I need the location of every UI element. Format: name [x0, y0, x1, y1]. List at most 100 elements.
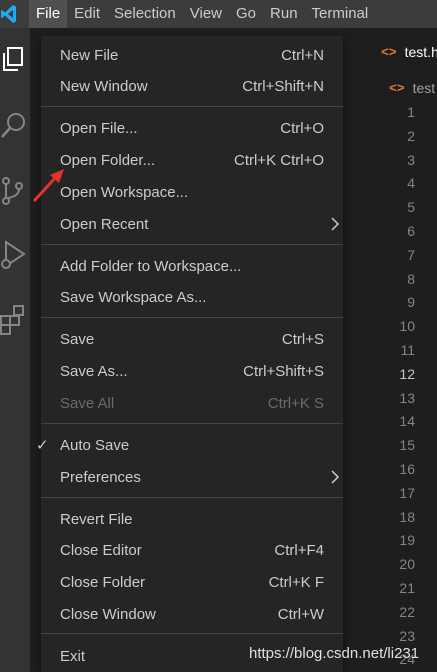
menu-item-label: Exit	[60, 648, 86, 665]
menu-terminal[interactable]: Terminal	[305, 0, 376, 28]
menu-separator	[41, 633, 343, 634]
line-number: 19	[399, 532, 415, 549]
menu-item-save[interactable]: Save Ctrl+S	[41, 327, 343, 353]
menu-item-close-editor[interactable]: Close Editor Ctrl+F4	[41, 538, 343, 564]
menu-item-revert-file[interactable]: Revert File	[41, 507, 343, 533]
line-number: 10	[399, 318, 415, 335]
menu-item-label: Save As...	[60, 363, 128, 380]
menu-file[interactable]: File	[29, 0, 68, 28]
menu-item-save-workspace-as[interactable]: Save Workspace As...	[41, 285, 343, 311]
line-number: 20	[399, 556, 415, 573]
menu-selection[interactable]: Selection	[107, 0, 183, 28]
menu-item-label: Open Recent	[60, 216, 149, 233]
line-number: 4	[407, 175, 415, 192]
line-number: 16	[399, 461, 415, 477]
breadcrumb-label: test	[412, 80, 436, 96]
menu-item-label: Close Folder	[60, 574, 146, 591]
menu-separator	[41, 317, 343, 318]
menu-item-shortcut: Ctrl+K F	[268, 574, 324, 591]
menu-go[interactable]: Go	[229, 0, 263, 28]
line-number: 18	[399, 508, 415, 525]
menu-item-close-folder[interactable]: Close Folder Ctrl+K F	[41, 570, 343, 596]
line-number: 13	[399, 389, 415, 406]
tab-label: test.h	[404, 44, 437, 60]
html-file-icon: <>	[381, 44, 397, 60]
checkmark-icon: ✓	[36, 437, 49, 454]
menu-item-label: Auto Save	[60, 437, 130, 454]
line-number: 3	[407, 151, 415, 168]
menu-item-preferences[interactable]: Preferences	[41, 465, 343, 491]
menu-item-label: Open Folder...	[60, 152, 156, 169]
line-number: 8	[407, 270, 415, 287]
vscode-logo-icon	[1, 5, 16, 23]
menu-bar: File Edit Selection View Go Run Terminal	[0, 0, 437, 28]
menu-item-auto-save[interactable]: ✓ Auto Save	[36, 433, 343, 459]
line-number: 14	[399, 413, 415, 430]
line-number: 9	[407, 294, 415, 311]
chevron-right-icon	[331, 217, 340, 231]
menu-item-label: Save	[60, 331, 95, 348]
line-number: 11	[400, 342, 415, 358]
menu-item-shortcut: Ctrl+O	[280, 120, 324, 137]
menu-separator	[41, 423, 343, 424]
menu-separator	[41, 106, 343, 107]
menu-item-label: Open Workspace...	[60, 184, 189, 201]
editor-tab[interactable]: <> test.h	[343, 40, 437, 64]
menu-separator	[41, 497, 343, 498]
menu-item-save-as[interactable]: Save As... Ctrl+Shift+S	[41, 359, 343, 385]
menu-item-label: Close Window	[60, 606, 156, 623]
menu-item-open-file[interactable]: Open File... Ctrl+O	[41, 116, 343, 142]
menu-item-open-recent[interactable]: Open Recent	[41, 212, 343, 238]
menu-item-shortcut: Ctrl+Shift+S	[243, 363, 324, 380]
breadcrumb[interactable]: <> test	[343, 78, 437, 98]
explorer-icon[interactable]	[0, 40, 30, 80]
html-file-icon: <>	[389, 80, 405, 96]
menu-item-shortcut: Ctrl+K S	[267, 395, 324, 412]
menu-item-shortcut: Ctrl+S	[281, 331, 324, 348]
menu-item-open-workspace[interactable]: Open Workspace...	[41, 180, 343, 206]
menu-item-label: New File	[60, 47, 119, 64]
menu-item-open-folder[interactable]: Open Folder... Ctrl+K Ctrl+O	[41, 148, 343, 174]
annotation-arrow	[32, 169, 64, 203]
menu-item-label: Preferences	[60, 469, 141, 486]
line-number: 23	[399, 627, 415, 644]
line-number: 1	[407, 104, 415, 120]
menu-item-shortcut: Ctrl+K Ctrl+O	[233, 152, 324, 169]
menu-separator	[41, 244, 343, 245]
activity-bar	[0, 28, 30, 672]
menu-edit[interactable]: Edit	[67, 0, 107, 28]
menu-item-shortcut: Ctrl+Shift+N	[242, 78, 324, 95]
menu-run[interactable]: Run	[263, 0, 305, 28]
menu-item-add-folder-to-workspace[interactable]: Add Folder to Workspace...	[41, 254, 343, 280]
file-menu-dropdown: New File Ctrl+N New Window Ctrl+Shift+N Open…	[36, 36, 343, 672]
menu-item-new-file[interactable]: New File Ctrl+N	[41, 43, 343, 69]
editor-area: <> test.h <> test 1 2 3 4 5 6 7 8 9 10 11 12 13 14 15 1…	[343, 28, 437, 672]
menu-item-save-all: Save All Ctrl+K S	[41, 391, 343, 417]
menu-item-shortcut: Ctrl+N	[281, 47, 324, 64]
line-number: 5	[407, 199, 415, 216]
line-number: 22	[399, 603, 415, 620]
menu-item-new-window[interactable]: New Window Ctrl+Shift+N	[41, 74, 343, 100]
menu-item-label: Close Editor	[60, 542, 142, 559]
menu-item-shortcut: Ctrl+W	[277, 606, 324, 623]
line-number: 17	[399, 484, 415, 501]
chevron-right-icon	[331, 470, 340, 484]
line-number: 21	[399, 580, 415, 596]
line-number: 12	[399, 365, 415, 382]
watermark-text: https://blog.csdn.net/li231	[249, 645, 420, 662]
menu-item-label: Save All	[60, 395, 115, 412]
menu-item-label: Add Folder to Workspace...	[60, 258, 242, 275]
line-number: 15	[399, 437, 415, 454]
line-number: 6	[407, 223, 415, 239]
menu-item-label: Open File...	[60, 120, 138, 137]
source-control-icon[interactable]	[0, 170, 30, 210]
menu-item-shortcut: Ctrl+F4	[274, 542, 324, 559]
menu-view[interactable]: View	[183, 0, 229, 28]
menu-item-label: Save Workspace As...	[60, 289, 207, 306]
menu-item-close-window[interactable]: Close Window Ctrl+W	[41, 602, 343, 628]
line-number: 2	[407, 127, 415, 144]
extensions-icon[interactable]	[0, 298, 30, 338]
search-icon[interactable]	[0, 106, 30, 146]
menu-item-label: Revert File	[60, 511, 133, 528]
run-debug-icon[interactable]	[0, 234, 30, 274]
